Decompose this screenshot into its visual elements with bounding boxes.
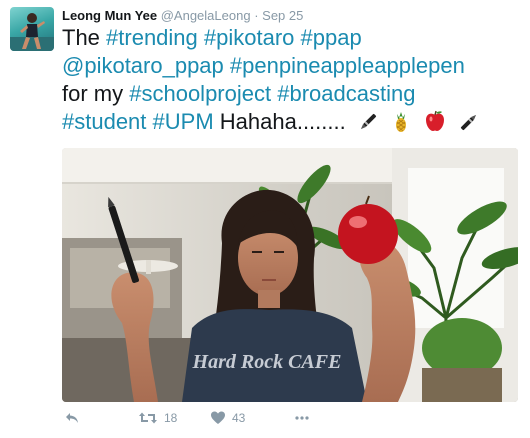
hashtag-link[interactable]: #pikotaro <box>204 25 295 50</box>
text-segment: Hahaha........ <box>213 109 346 134</box>
tweet-photo[interactable]: Hard Rock CAFE <box>62 148 518 402</box>
text-segment: The <box>62 25 107 50</box>
hashtag-link[interactable]: #trending <box>106 25 198 50</box>
tweet-line: #student #UPM Hahaha........ <box>62 108 522 140</box>
hashtag-link[interactable]: #broadcasting <box>277 81 415 106</box>
mention-link[interactable]: @pikotaro_ppap <box>62 53 224 78</box>
heart-icon <box>211 411 225 424</box>
header-separator: · <box>254 8 259 23</box>
tweet-text: The #trending #pikotaro #ppap @pikotaro_… <box>62 24 522 140</box>
tweet-header: Leong Mun Yee @AngelaLeong · Sep 25 <box>62 8 303 23</box>
like-button[interactable]: 43 <box>210 410 245 426</box>
tweet-line: @pikotaro_ppap #penpineappleapplepen <box>62 52 522 80</box>
avatar[interactable] <box>10 7 54 51</box>
pineapple-icon <box>390 111 412 140</box>
apple-icon <box>423 109 447 140</box>
hashtag-link[interactable]: #ppap <box>301 25 362 50</box>
more-button[interactable] <box>294 410 310 426</box>
avatar-image <box>10 13 54 51</box>
text-segment: for my <box>62 81 130 106</box>
pen-icon <box>357 111 379 140</box>
retweet-icon <box>139 412 157 424</box>
photo-image: Hard Rock CAFE <box>62 148 518 402</box>
hashtag-link[interactable]: #UPM <box>153 109 214 134</box>
reply-button[interactable] <box>64 410 80 426</box>
hashtag-link[interactable]: #penpineappleapplepen <box>230 53 465 78</box>
reply-icon <box>66 413 78 423</box>
pen-icon <box>458 111 480 140</box>
retweet-count: 18 <box>164 411 178 425</box>
hashtag-link[interactable]: #schoolproject <box>129 81 271 106</box>
like-count: 43 <box>232 411 246 425</box>
more-icon <box>295 416 309 420</box>
hashtag-link[interactable]: #student <box>62 109 146 134</box>
author-handle[interactable]: @AngelaLeong <box>161 8 251 23</box>
author-name[interactable]: Leong Mun Yee <box>62 8 157 23</box>
retweet-button[interactable]: 18 <box>138 410 177 426</box>
tweet-line: The #trending #pikotaro #ppap <box>62 24 522 52</box>
tweet-line: for my #schoolproject #broadcasting <box>62 80 522 108</box>
shirt-print: Hard Rock CAFE <box>192 351 342 373</box>
tweet-card: Leong Mun Yee @AngelaLeong · Sep 25 The … <box>0 0 530 438</box>
tweet-date[interactable]: Sep 25 <box>262 8 303 23</box>
